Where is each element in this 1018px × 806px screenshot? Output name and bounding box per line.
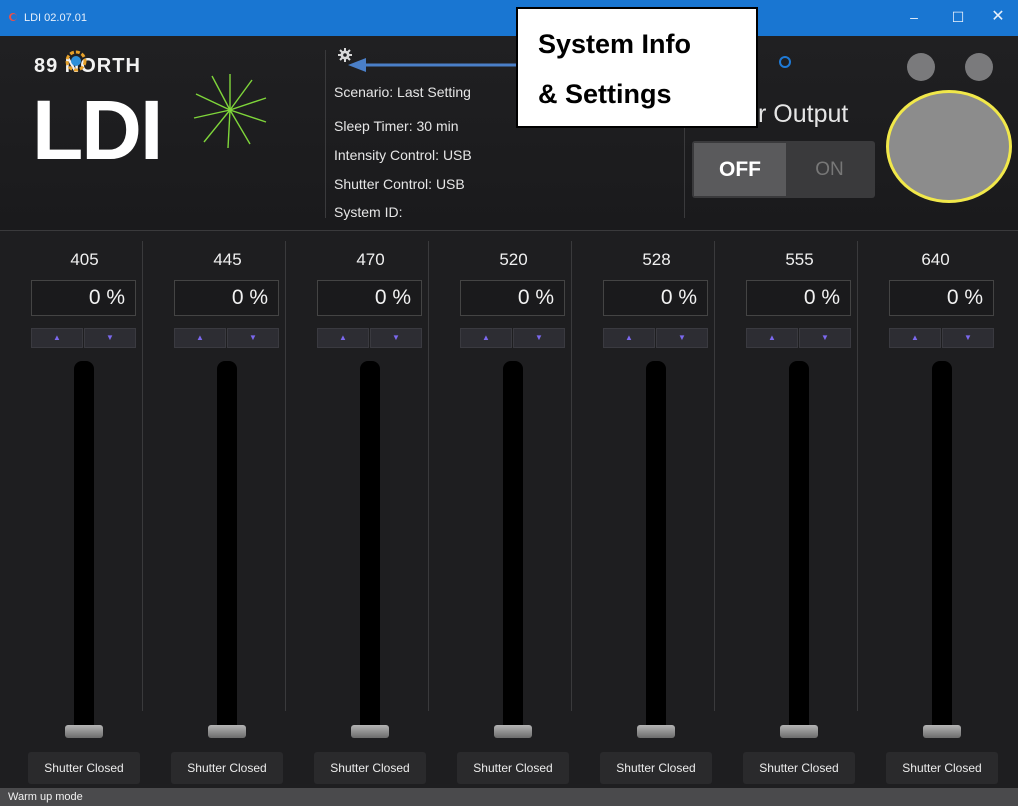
shutter-control-text: Shutter Control: USB [334,176,465,192]
intensity-slider-thumb[interactable] [208,725,246,738]
wavelength-label: 528 [642,250,671,269]
channel-520: 520 0 % ▲ ▼ Shutter Closed [429,231,572,789]
increase-button[interactable]: ▲ [889,328,941,348]
increase-button[interactable]: ▲ [746,328,798,348]
decrease-button[interactable]: ▼ [84,328,136,348]
wavelength-label: 470 [356,250,385,269]
status-indicator-right [965,53,993,81]
decrease-button[interactable]: ▼ [656,328,708,348]
decrease-button[interactable]: ▼ [799,328,851,348]
status-bar: Warm up mode [0,788,1018,806]
intensity-input[interactable]: 0 % [460,280,565,316]
intensity-slider-track[interactable] [503,361,523,733]
maximize-button[interactable]: ☐ [938,4,978,30]
callout-line-1: System Info [538,29,692,59]
status-indicator-left [907,53,935,81]
shutter-button[interactable]: Shutter Closed [457,752,569,784]
intensity-input[interactable]: 0 % [746,280,851,316]
channel-470: 470 0 % ▲ ▼ Shutter Closed [286,231,429,789]
sleep-timer-text: Sleep Timer: 30 min [334,118,459,134]
intensity-slider-track[interactable] [74,361,94,733]
wavelength-label: 555 [785,250,814,269]
intensity-stepper: ▲ ▼ [317,328,422,348]
starburst-icon [193,74,267,149]
annotation-arrow [348,58,518,72]
increase-button[interactable]: ▲ [31,328,83,348]
scenario-text: Scenario: Last Setting [334,84,471,100]
intensity-input[interactable]: 0 % [31,280,136,316]
intensity-slider-track[interactable] [360,361,380,733]
intensity-input[interactable]: 0 % [603,280,708,316]
channel-528: 528 0 % ▲ ▼ Shutter Closed [572,231,715,789]
product-logo: LDI [32,83,163,177]
increase-button[interactable]: ▲ [174,328,226,348]
increase-button[interactable]: ▲ [317,328,369,348]
intensity-slider-thumb[interactable] [780,725,818,738]
intensity-slider-track[interactable] [789,361,809,733]
channel-640: 640 0 % ▲ ▼ Shutter Closed [858,231,1018,789]
increase-button[interactable]: ▲ [460,328,512,348]
laser-output-label: r Output [758,100,849,128]
intensity-stepper: ▲ ▼ [460,328,565,348]
color-wheel-icon [65,50,87,72]
shutter-button[interactable]: Shutter Closed [600,752,712,784]
channel-445: 445 0 % ▲ ▼ Shutter Closed [143,231,286,789]
toggle-on-option[interactable]: ON [786,143,873,196]
channel-555: 555 0 % ▲ ▼ Shutter Closed [715,231,858,789]
status-text: Warm up mode [8,791,83,803]
wavelength-label: 520 [499,250,528,269]
intensity-stepper: ▲ ▼ [174,328,279,348]
minimize-button[interactable]: – [894,4,934,30]
channel-405: 405 0 % ▲ ▼ Shutter Closed [0,231,143,789]
decrease-button[interactable]: ▼ [227,328,279,348]
intensity-slider-thumb[interactable] [923,725,961,738]
shutter-button[interactable]: Shutter Closed [743,752,855,784]
header-divider [325,50,326,218]
intensity-stepper: ▲ ▼ [31,328,136,348]
company-logo: 89 NORTH [34,55,141,77]
channel-panel: 405 0 % ▲ ▼ Shutter Closed 445 0 % ▲ ▼ S… [0,230,1018,788]
intensity-slider-track[interactable] [932,361,952,733]
intensity-stepper: ▲ ▼ [746,328,851,348]
window-title: LDI 02.07.01 [24,12,87,24]
shutter-button[interactable]: Shutter Closed [886,752,998,784]
close-button[interactable]: ✕ [978,4,1018,30]
laser-output-toggle[interactable]: OFF ON [692,141,875,198]
intensity-input[interactable]: 0 % [889,280,994,316]
intensity-control-text: Intensity Control: USB [334,147,472,163]
info-icon[interactable] [779,56,791,68]
annotation-callout: System Info & Settings [516,7,758,128]
intensity-stepper: ▲ ▼ [889,328,994,348]
emission-indicator [886,90,1012,203]
shutter-button[interactable]: Shutter Closed [28,752,140,784]
wavelength-label: 445 [213,250,242,269]
intensity-input[interactable]: 0 % [317,280,422,316]
decrease-button[interactable]: ▼ [942,328,994,348]
shutter-button[interactable]: Shutter Closed [314,752,426,784]
intensity-slider-thumb[interactable] [351,725,389,738]
intensity-slider-track[interactable] [646,361,666,733]
decrease-button[interactable]: ▼ [513,328,565,348]
callout-line-2: & Settings [538,79,672,109]
title-bar: LDI 02.07.01 – ☐ ✕ [0,0,1018,36]
intensity-slider-thumb[interactable] [637,725,675,738]
wavelength-label: 640 [921,250,950,269]
intensity-slider-thumb[interactable] [65,725,103,738]
toggle-off-option[interactable]: OFF [694,143,786,196]
intensity-input[interactable]: 0 % [174,280,279,316]
app-icon [9,13,17,21]
decrease-button[interactable]: ▼ [370,328,422,348]
shutter-button[interactable]: Shutter Closed [171,752,283,784]
intensity-stepper: ▲ ▼ [603,328,708,348]
intensity-slider-thumb[interactable] [494,725,532,738]
wavelength-label: 405 [70,250,99,269]
intensity-slider-track[interactable] [217,361,237,733]
system-id-text: System ID: [334,204,403,220]
increase-button[interactable]: ▲ [603,328,655,348]
